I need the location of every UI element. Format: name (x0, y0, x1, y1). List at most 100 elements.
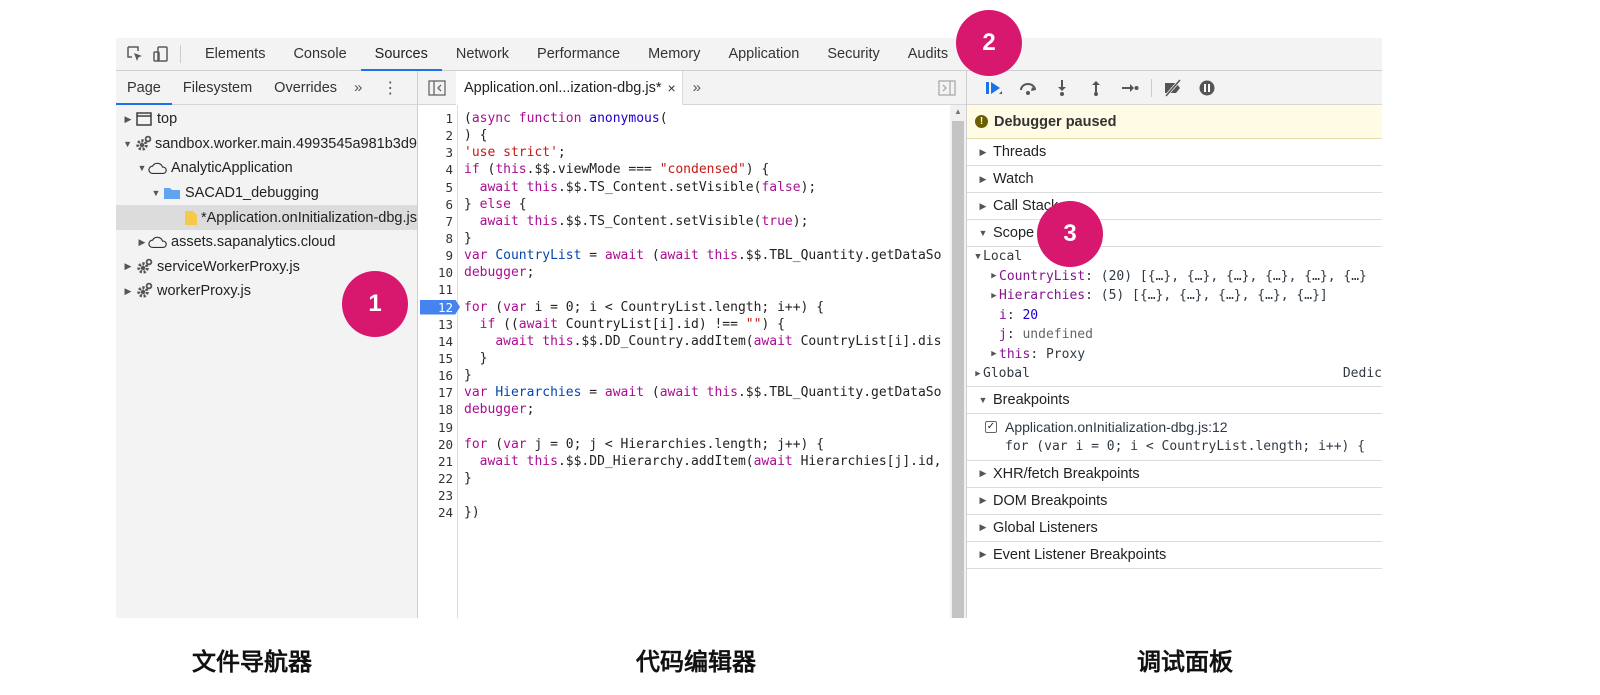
file-icon (184, 210, 198, 226)
code-area[interactable]: 1 (async function anonymous(2) {3 'use str… (418, 105, 967, 618)
scope-local-label: Local (983, 249, 1023, 265)
scope-variable[interactable]: ▶ CountryList: (20) [{…}, {…}, {…}, {…}, … (967, 267, 1382, 287)
line-number[interactable]: 21 (418, 453, 458, 470)
tab-performance[interactable]: Performance (523, 38, 634, 71)
editor-file-tab[interactable]: Application.onl...ization-dbg.js* × (456, 70, 683, 105)
section-global-listeners[interactable]: ▶ Global Listeners (967, 514, 1382, 542)
devtools-window: Elements Console Sources Network Performance… (116, 38, 1382, 618)
line-number[interactable]: 20 (418, 436, 458, 453)
more-tabs-button[interactable]: » (348, 79, 368, 96)
kebab-menu-icon[interactable]: ⋮ (368, 78, 408, 98)
tab-audits[interactable]: Audits (894, 38, 962, 71)
section-breakpoints[interactable]: ▼ Breakpoints (967, 386, 1382, 414)
step-over-icon[interactable] (1011, 71, 1045, 105)
scope-variable[interactable]: ▶ this: Proxy (967, 345, 1382, 365)
code-line: 22} (418, 470, 967, 487)
tree-item[interactable]: ▶ assets.sapanalytics.cloud (116, 230, 417, 255)
section-watch[interactable]: ▶ Watch (967, 166, 1382, 193)
code-line: 17 var Hierarchies = await (await this.$$… (418, 384, 967, 401)
tree-item[interactable]: ▼ AnalyticApplication (116, 156, 417, 181)
tree-item[interactable]: ▶ top (116, 107, 417, 132)
section-threads[interactable]: ▶ Threads (967, 139, 1382, 166)
toggle-debugger-icon[interactable] (928, 79, 966, 96)
inspect-element-icon[interactable] (122, 38, 148, 71)
breakpoint-checkbox[interactable]: ✓ (985, 421, 997, 433)
tab-application[interactable]: Application (714, 38, 813, 71)
tab-memory[interactable]: Memory (634, 38, 714, 71)
scroll-up-icon[interactable]: ▲ (950, 105, 966, 119)
line-number[interactable]: 17 (418, 384, 458, 401)
pause-on-exceptions-icon[interactable] (1190, 71, 1224, 105)
breakpoint-marker[interactable]: 12 (418, 299, 458, 316)
tab-overrides[interactable]: Overrides (263, 71, 348, 105)
line-number[interactable]: 19 (418, 419, 458, 436)
expand-triangle-icon[interactable]: ▶ (122, 261, 134, 272)
device-toolbar-icon[interactable] (148, 38, 174, 71)
collapse-triangle-icon[interactable]: ▼ (136, 163, 148, 173)
line-number[interactable]: 24 (418, 504, 458, 521)
scope-local-header[interactable]: ▼ Local (967, 247, 1382, 267)
section-call-stack[interactable]: ▶ Call Stack (967, 193, 1382, 220)
debugger-panel: ! Debugger paused ▶ Threads ▶ Watch ▶ Call … (967, 71, 1382, 618)
line-number[interactable]: 7 (418, 213, 458, 230)
editor-scrollbar-thumb[interactable] (952, 121, 964, 618)
line-number[interactable]: 18 (418, 401, 458, 418)
line-number[interactable]: 5 (418, 179, 458, 196)
line-number[interactable]: 9 (418, 247, 458, 264)
tree-item[interactable]: ▼ sandbox.worker.main.4993545a981b3d9 (116, 132, 417, 157)
line-number[interactable]: 2 (418, 127, 458, 144)
line-number[interactable]: 10 (418, 264, 458, 281)
breakpoint-entry[interactable]: ✓ Application.onInitialization-dbg.js:12 (985, 418, 1382, 437)
tab-page[interactable]: Page (116, 71, 172, 105)
collapse-triangle-icon[interactable]: ▼ (150, 188, 162, 198)
code-line: 20 for (var j = 0; j < Hierarchies.length… (418, 436, 967, 453)
line-number[interactable]: 23 (418, 487, 458, 504)
tab-console[interactable]: Console (279, 38, 360, 71)
collapse-triangle-icon[interactable]: ▼ (122, 139, 133, 149)
step-into-icon[interactable] (1045, 71, 1079, 105)
line-number[interactable]: 6 (418, 196, 458, 213)
line-number[interactable]: 16 (418, 367, 458, 384)
line-number[interactable]: 22 (418, 470, 458, 487)
line-number[interactable]: 8 (418, 230, 458, 247)
code-text: for (var j = 0; j < Hierarchies.length; … (464, 436, 825, 452)
step-out-icon[interactable] (1079, 71, 1113, 105)
section-event-listener-breakpoints[interactable]: ▶ Event Listener Breakpoints (967, 541, 1382, 569)
close-tab-icon[interactable]: × (667, 80, 675, 96)
tab-sources[interactable]: Sources (360, 38, 442, 71)
section-xhr-breakpoints[interactable]: ▶ XHR/fetch Breakpoints (967, 460, 1382, 488)
more-files-button[interactable]: » (683, 79, 707, 96)
scope-variable[interactable]: j: undefined (967, 325, 1382, 345)
scope-variable-name: i (999, 307, 1007, 323)
scope-global-row[interactable]: ▶ Global Dedic (967, 364, 1382, 384)
deactivate-breakpoints-icon[interactable] (1156, 71, 1190, 105)
expand-triangle-icon[interactable]: ▶ (122, 114, 134, 125)
tree-item[interactable]: *Application.onInitialization-dbg.js (116, 205, 417, 230)
tab-network[interactable]: Network (442, 38, 523, 71)
line-number[interactable]: 13 (418, 316, 458, 333)
line-number[interactable]: 3 (418, 144, 458, 161)
tab-filesystem[interactable]: Filesystem (172, 71, 263, 105)
editor-tab-bar: Application.onl...ization-dbg.js* × » (418, 70, 966, 105)
expand-triangle-icon[interactable]: ▶ (136, 237, 148, 248)
scope-variable-separator: : (1030, 346, 1046, 362)
line-number[interactable]: 14 (418, 333, 458, 350)
section-scope[interactable]: ▼ Scope (967, 220, 1382, 247)
line-number[interactable]: 11 (418, 281, 458, 298)
toolbar-divider (180, 45, 181, 63)
section-dom-breakpoints[interactable]: ▶ DOM Breakpoints (967, 487, 1382, 515)
toggle-navigator-icon[interactable] (418, 79, 456, 96)
tab-elements[interactable]: Elements (191, 38, 279, 71)
scope-variable[interactable]: i: 20 (967, 306, 1382, 326)
line-number[interactable]: 4 (418, 161, 458, 178)
code-text: 'use strict'; (464, 145, 566, 161)
scope-variable[interactable]: ▶ Hierarchies: (5) [{…}, {…}, {…}, {…}, {… (967, 286, 1382, 306)
tab-security[interactable]: Security (813, 38, 893, 71)
code-line: 16} (418, 367, 967, 384)
step-icon[interactable] (1113, 71, 1147, 105)
expand-triangle-icon[interactable]: ▶ (122, 286, 134, 297)
line-number[interactable]: 1 (418, 110, 458, 127)
editor-scrollbar[interactable]: ▲ (950, 105, 966, 618)
line-number[interactable]: 15 (418, 350, 458, 367)
tree-item[interactable]: ▼ SACAD1_debugging (116, 181, 417, 206)
